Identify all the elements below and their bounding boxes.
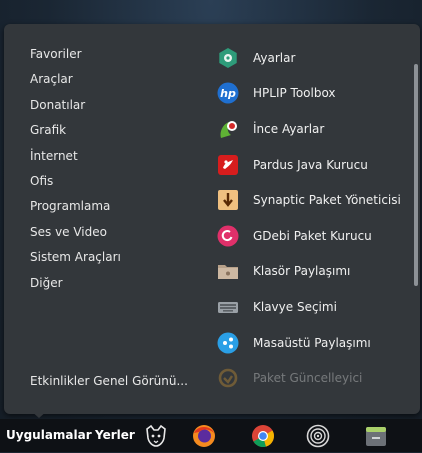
app-label: İnce Ayarlar — [253, 121, 325, 136]
app-label: GDebi Paket Kurucu — [253, 228, 372, 243]
app-item-synaptic[interactable]: Synaptic Paket Yöneticisi — [217, 182, 407, 218]
app-label: Ayarlar — [253, 50, 296, 65]
category-ses-ve-video[interactable]: Ses ve Video — [30, 220, 210, 245]
svg-text:hp: hp — [220, 87, 236, 100]
app-item-ince-ayarlar[interactable]: İnce Ayarlar — [217, 111, 407, 147]
app-item-klasor-paylasimi[interactable]: Klasör Paylaşımı — [217, 254, 407, 290]
app-item-ayarlar[interactable]: Ayarlar — [217, 40, 407, 76]
app-label: Klavye Seçimi — [253, 299, 337, 314]
files-icon[interactable] — [363, 423, 389, 449]
app-label: Synaptic Paket Yöneticisi — [253, 193, 401, 208]
app-label: Masaüstü Paylaşımı — [253, 335, 371, 350]
java-installer-icon — [217, 154, 239, 176]
app-label: Klasör Paylaşımı — [253, 264, 351, 279]
category-donatilar[interactable]: Donatılar — [30, 93, 210, 118]
desktop-share-icon — [217, 332, 239, 354]
activities-overview-item[interactable]: Etkinlikler Genel Görünü... — [30, 374, 188, 388]
category-list: Favoriler Araçlar Donatılar Grafik İnter… — [30, 42, 210, 296]
category-programlama[interactable]: Programlama — [30, 194, 210, 219]
app-label: HPLIP Toolbox — [253, 86, 336, 101]
applications-menu-button[interactable]: Uygulamalar — [6, 419, 92, 452]
settings-icon — [217, 47, 239, 69]
app-item-paket-guncelleyici[interactable]: Paket Güncelleyici — [217, 360, 407, 396]
applications-menu: Favoriler Araçlar Donatılar Grafik İnter… — [4, 24, 420, 414]
app-item-klavye-secimi[interactable]: Klavye Seçimi — [217, 289, 407, 325]
keyboard-icon — [217, 296, 239, 318]
firefox-icon[interactable] — [191, 423, 217, 449]
category-sistem-araclari[interactable]: Sistem Araçları — [30, 245, 210, 270]
app-label: Pardus Java Kurucu — [253, 157, 368, 172]
category-internet[interactable]: İnternet — [30, 144, 210, 169]
places-menu-button[interactable]: Yerler — [95, 419, 135, 452]
app-item-hplip-toolbox[interactable]: hp HPLIP Toolbox — [217, 76, 407, 112]
taskbar: Uygulamalar Yerler — [0, 419, 422, 452]
app-item-masaustu-paylasimi[interactable]: Masaüstü Paylaşımı — [217, 325, 407, 361]
hp-icon: hp — [217, 82, 239, 104]
category-araclar[interactable]: Araçlar — [30, 67, 210, 92]
folder-share-icon — [217, 260, 239, 282]
menu-pointer — [30, 410, 48, 418]
category-grafik[interactable]: Grafik — [30, 118, 210, 143]
category-diger[interactable]: Diğer — [30, 271, 210, 296]
app-label: Paket Güncelleyici — [253, 371, 363, 386]
pardus-logo-icon[interactable] — [143, 423, 169, 449]
app-list: Ayarlar hp HPLIP Toolbox İnce Ayarlar Pa… — [217, 40, 407, 396]
category-favoriler[interactable]: Favoriler — [30, 42, 210, 67]
app-list-scrollbar[interactable] — [414, 64, 418, 286]
app-item-pardus-java-kurucu[interactable]: Pardus Java Kurucu — [217, 147, 407, 183]
synaptic-icon — [217, 189, 239, 211]
gdebi-icon — [217, 225, 239, 247]
app-item-gdebi[interactable]: GDebi Paket Kurucu — [217, 218, 407, 254]
disk-icon[interactable] — [305, 423, 331, 449]
chrome-icon[interactable] — [250, 423, 276, 449]
category-ofis[interactable]: Ofis — [30, 169, 210, 194]
tweaks-icon — [217, 118, 239, 140]
package-updater-icon — [217, 367, 239, 389]
